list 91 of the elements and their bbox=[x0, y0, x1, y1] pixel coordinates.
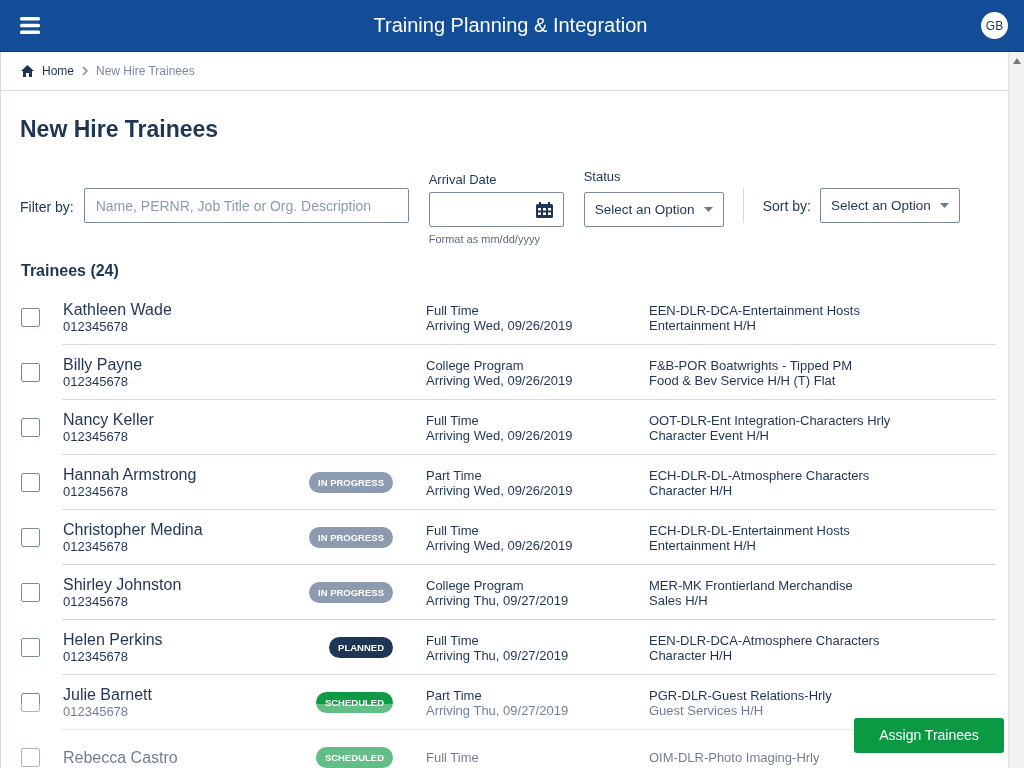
job-title: Character Event H/H bbox=[649, 427, 769, 443]
trainee-name: Helen Perkins bbox=[63, 631, 164, 649]
trainee-id: 012345678 bbox=[63, 594, 130, 609]
checkbox[interactable] bbox=[21, 693, 40, 712]
field-label: Status bbox=[583, 169, 622, 184]
trainee-name: Rebecca Castro bbox=[63, 748, 179, 767]
org-description: MER-MK Frontierland Merchandise bbox=[649, 577, 854, 593]
employment-type: College Program bbox=[426, 577, 525, 593]
employment-type: Part Time bbox=[426, 467, 483, 483]
status-badge: IN PROGRESS bbox=[309, 582, 393, 603]
employment-type: Full Time bbox=[426, 750, 480, 765]
employment-type: Full Time bbox=[426, 412, 480, 428]
status-badge: PLANNED bbox=[329, 637, 393, 658]
sort-dropdown[interactable]: Select an Option bbox=[819, 188, 960, 223]
trainee-name: Hannah Armstrong bbox=[63, 466, 198, 484]
org-description: OIM-DLR-Photo Imaging-Hrly bbox=[649, 750, 821, 765]
job-title: Character H/H bbox=[649, 647, 733, 663]
checkbox[interactable] bbox=[21, 528, 40, 547]
org-description: EEN-DLR-DCA-Atmosphere Characters bbox=[649, 632, 881, 648]
job-title: Sales H/H bbox=[649, 592, 709, 608]
filter-label: Filter by: bbox=[20, 199, 74, 215]
arrival-date: Arriving Thu, 09/27/2019 bbox=[426, 702, 570, 718]
trainee-id: 012345678 bbox=[63, 539, 130, 554]
trainee-name: Nancy Keller bbox=[63, 411, 155, 429]
job-title: Entertainment H/H bbox=[649, 317, 757, 333]
calendar-icon bbox=[535, 201, 553, 218]
arrival-date: Arriving Wed, 09/26/2019 bbox=[426, 482, 574, 498]
trainee-name: Julie Barnett bbox=[63, 686, 153, 704]
org-description: ECH-DLR-DL-Atmosphere Characters bbox=[649, 467, 871, 483]
checkbox[interactable] bbox=[21, 473, 40, 492]
employment-type: Full Time bbox=[426, 632, 480, 648]
status-badge: SCHEDULED bbox=[315, 747, 393, 768]
checkbox[interactable] bbox=[21, 418, 40, 437]
checkbox[interactable] bbox=[21, 583, 40, 602]
org-description: F&B-POR Boatwrights - Tipped PM bbox=[649, 357, 853, 373]
org-description: OOT-DLR-Ent Integration-Characters Hrly bbox=[649, 412, 892, 428]
employment-type: Full Time bbox=[426, 302, 480, 318]
job-title: Guest Services H/H bbox=[649, 702, 764, 718]
menu-button[interactable] bbox=[20, 17, 40, 34]
trainee-id: 012345678 bbox=[63, 319, 130, 334]
trainee-id: 012345678 bbox=[63, 429, 130, 444]
search-field[interactable]: Name, PERNR, Job Title or Org. Description bbox=[83, 188, 409, 223]
trainee-name: Kathleen Wade bbox=[63, 301, 173, 319]
date-field[interactable] bbox=[428, 192, 564, 227]
org-description: PGR-DLR-Guest Relations-Hrly bbox=[649, 687, 833, 703]
caret-icon bbox=[939, 203, 949, 208]
employment-type: Full Time bbox=[426, 522, 480, 538]
checkbox[interactable] bbox=[21, 363, 40, 382]
sort-label: Sort by: bbox=[762, 198, 811, 214]
user-avatar[interactable]: GB bbox=[981, 12, 1008, 39]
caret-icon bbox=[703, 207, 713, 212]
arrival-date: Arriving Wed, 09/26/2019 bbox=[426, 427, 574, 443]
org-description: EEN-DLR-DCA-Entertainment Hosts bbox=[649, 302, 861, 318]
trainee-name: Shirley Johnston bbox=[63, 576, 183, 594]
employment-type: Part Time bbox=[426, 687, 483, 703]
field-label: Arrival Date bbox=[428, 172, 498, 187]
checkbox[interactable] bbox=[21, 638, 40, 657]
arrival-date: Arriving Wed, 09/26/2019 bbox=[426, 372, 574, 388]
chevron-icon bbox=[82, 66, 88, 76]
arrival-date: Arriving Thu, 09/27/2019 bbox=[426, 592, 570, 608]
checkbox[interactable] bbox=[21, 308, 40, 327]
trainee-id: 012345678 bbox=[63, 649, 130, 664]
job-title: Food & Bev Service H/H (T) Flat bbox=[649, 372, 837, 388]
arrival-date: Arriving Thu, 09/27/2019 bbox=[426, 647, 570, 663]
arrival-date: Arriving Wed, 09/26/2019 bbox=[426, 317, 574, 333]
page-title: New Hire Trainees bbox=[20, 116, 220, 144]
trainee-name: Billy Payne bbox=[63, 356, 144, 374]
trainee-name: Christopher Medina bbox=[63, 521, 204, 539]
scrollbar[interactable] bbox=[1008, 52, 1024, 768]
trainee-id: 012345678 bbox=[63, 374, 130, 389]
job-title: Character H/H bbox=[649, 482, 733, 498]
arrival-date: Arriving Wed, 09/26/2019 bbox=[426, 537, 574, 553]
format-hint: Format as mm/dd/yyyy bbox=[428, 233, 541, 245]
list-heading: Trainees (24) bbox=[21, 262, 120, 281]
app-title: Training Planning & Integration bbox=[372, 14, 649, 37]
status-dropdown[interactable]: Select an Option bbox=[583, 192, 724, 227]
assign-trainees-button[interactable]: Assign Trainees bbox=[854, 717, 1004, 753]
menu-icon bbox=[20, 17, 40, 34]
employment-type: College Program bbox=[426, 357, 525, 373]
org-description: ECH-DLR-DL-Entertainment Hosts bbox=[649, 522, 851, 538]
status-badge: SCHEDULED bbox=[315, 692, 393, 713]
status-badge: IN PROGRESS bbox=[309, 527, 393, 548]
trainee-id: 012345678 bbox=[63, 484, 130, 499]
trainee-id: 012345678 bbox=[63, 704, 130, 719]
checkbox[interactable] bbox=[21, 748, 40, 767]
breadcrumb-link[interactable]: New Hire Trainees bbox=[96, 64, 195, 78]
status-badge: IN PROGRESS bbox=[309, 472, 393, 493]
job-title: Entertainment H/H bbox=[649, 537, 757, 553]
home-icon bbox=[21, 65, 34, 77]
breadcrumb-link[interactable]: Home bbox=[42, 64, 74, 78]
scroll-up-icon[interactable] bbox=[1012, 58, 1021, 64]
